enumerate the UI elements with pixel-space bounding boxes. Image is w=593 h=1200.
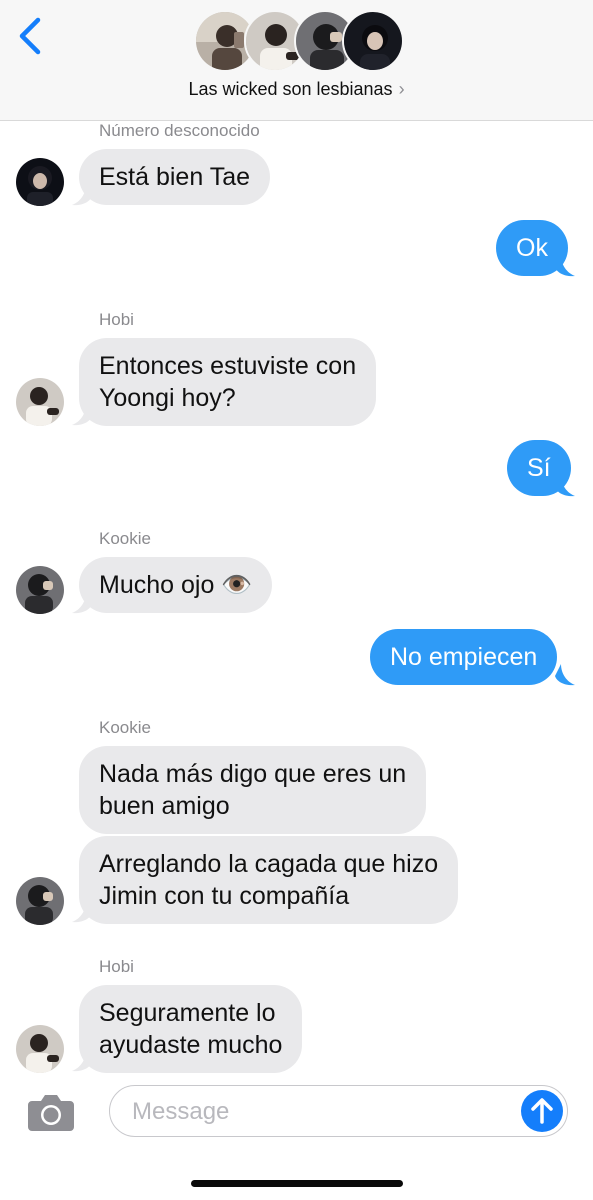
message-bubble[interactable]: Nada más digo que eres un buen amigo (79, 746, 427, 834)
sender-name: Número desconocido (99, 121, 260, 140)
camera-icon[interactable] (26, 1092, 76, 1132)
message-line: Jimin con tu compañía (99, 882, 350, 910)
avatar-hobi[interactable] (16, 1025, 64, 1073)
avatar-kookie[interactable] (16, 877, 64, 925)
message-bubble[interactable]: Está bien Tae (79, 149, 271, 205)
message-line: Arreglando la cagada que hizo (99, 850, 439, 878)
message-input[interactable] (130, 1094, 514, 1130)
group-title[interactable]: Las wicked son lesbianas › (0, 79, 593, 100)
message-bubble[interactable]: Seguramente lo ayudaste mucho (79, 985, 303, 1073)
group-name: Las wicked son lesbianas (188, 79, 393, 99)
sender-name: Kookie (99, 718, 151, 737)
message-bubble[interactable]: No empiecen (370, 629, 558, 685)
message-line: buen amigo (99, 792, 230, 820)
message-line: ayudaste mucho (99, 1031, 283, 1059)
bubble-tail (555, 664, 575, 686)
arrow-up-icon (531, 1098, 553, 1124)
back-chevron-icon[interactable] (14, 16, 50, 56)
chevron-right-icon: › (398, 79, 405, 99)
message-field[interactable] (109, 1085, 568, 1137)
send-button[interactable] (521, 1090, 563, 1132)
sender-name: Kookie (99, 529, 151, 548)
avatar-kookie[interactable] (16, 566, 64, 614)
message-bubble[interactable]: Sí (507, 440, 571, 496)
message-bubble[interactable]: Arreglando la cagada que hizo Jimin con … (79, 836, 459, 924)
conversation-header: Las wicked son lesbianas › (0, 0, 593, 121)
message-bubble[interactable]: Ok (496, 220, 568, 276)
sender-name: Hobi (99, 957, 134, 976)
message-line: Yoongi hoy? (99, 384, 236, 412)
avatar-unknown[interactable] (16, 158, 64, 206)
sender-name: Hobi (99, 310, 134, 329)
home-indicator[interactable] (191, 1180, 403, 1187)
message-line: Seguramente lo (99, 999, 276, 1027)
message-line: Nada más digo que eres un (99, 760, 407, 788)
message-bubble[interactable]: Mucho ojo 👁️ (79, 557, 273, 613)
group-avatars[interactable] (194, 10, 404, 74)
message-line: Entonces estuviste con (99, 352, 357, 380)
group-member-avatar (342, 10, 404, 72)
avatar-hobi[interactable] (16, 378, 64, 426)
message-bubble[interactable]: Entonces estuviste con Yoongi hoy? (79, 338, 377, 426)
